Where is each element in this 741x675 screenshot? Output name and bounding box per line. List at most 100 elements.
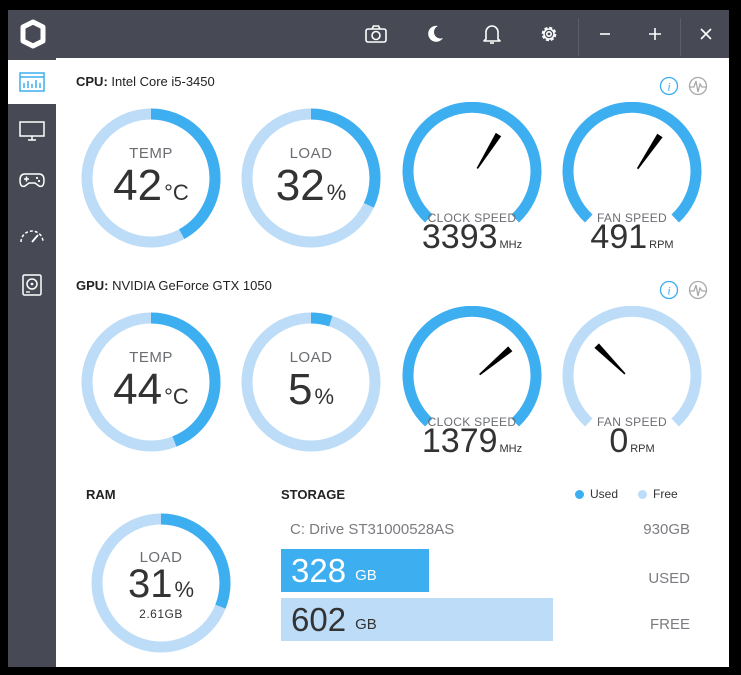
svg-text:i: i [667,80,670,94]
close-button[interactable] [682,10,729,58]
legend-used-label: Used [590,487,619,501]
gpu-load-label: LOAD [289,349,333,366]
cpu-temp-number: 42 [113,161,163,210]
moon-icon [428,25,443,42]
cpu-prefix: CPU: [76,74,108,89]
cpu-clock-unit: MHz [499,239,523,251]
logo-icon [20,19,46,49]
legend-used: Used [575,487,618,501]
settings-button[interactable] [528,10,570,58]
storage-free-bar: 602 GB [281,598,553,641]
svg-text:i: i [667,284,670,298]
gpu-clock-gauge: CLOCK SPEED 1379 MHz [397,306,547,460]
info-icon[interactable]: i [659,76,679,96]
storage-title: STORAGE [281,487,346,502]
free-unit: GB [355,616,377,633]
sidebar-item-overclock[interactable] [8,214,56,258]
free-label: FREE [649,616,690,633]
cpu-fan-value: 491 RPM [557,218,707,257]
used-label: USED [648,570,690,587]
gpu-fan-value: 0 RPM [557,422,707,461]
gpu-fan-unit: RPM [630,443,655,455]
gpu-temp-label: TEMP [129,349,173,366]
close-icon [699,28,712,40]
cpu-temp-label: TEMP [129,145,173,162]
gear-icon [541,26,557,42]
gpu-model-name: NVIDIA GeForce GTX 1050 [112,278,272,293]
storage-used-bar: 328 GB [281,549,429,592]
gpu-fan-gauge: FAN SPEED 0 RPM [557,306,707,460]
app-window: CPU: Intel Core i5-3450 i TEMP 42°C LOAD… [8,10,729,667]
speedometer-icon [20,230,44,243]
drive-name: C: Drive ST31000528AS [290,521,455,538]
cpu-clock-gauge: CLOCK SPEED 3393 MHz [397,102,547,256]
sidebar-item-dashboard[interactable] [8,60,56,104]
gamepad-icon [19,173,45,188]
cpu-fan-unit: RPM [649,239,674,251]
gpu-load-number: 5 [287,365,313,414]
gpu-header: GPU: NVIDIA GeForce GTX 1050 [76,278,272,293]
legend-free: Free [638,487,678,501]
ram-title: RAM [86,487,116,502]
camera-icon [365,25,387,43]
sidebar-item-storage[interactable] [8,263,56,307]
gpu-clock-unit: MHz [499,443,523,455]
gpu-clock-number: 1379 [421,422,498,460]
notifications-button[interactable] [472,10,512,58]
dark-mode-button[interactable] [415,10,455,58]
gpu-load-value: 5% [236,365,386,415]
cpu-temp-gauge: TEMP 42°C [76,103,226,253]
cpu-load-label: LOAD [289,145,333,162]
cpu-load-value: 32% [236,161,386,211]
cpu-load-gauge: LOAD 32% [236,103,386,253]
info-icon[interactable]: i [659,280,679,300]
cpu-header: CPU: Intel Core i5-3450 [76,74,215,89]
sidebar-item-gaming[interactable] [8,158,56,202]
gpu-temp-number: 44 [113,365,163,414]
maximize-button[interactable] [630,10,680,58]
used-number: 328 [291,551,347,589]
drive-total-size: 930GB [643,521,690,538]
activity-icon[interactable] [688,76,708,96]
cpu-load-unit: % [326,180,347,205]
cpu-clock-number: 3393 [421,218,498,256]
free-dot-icon [638,489,647,499]
sidebar [8,58,56,667]
app-logo [14,10,52,58]
gpu-temp-value: 44°C [76,365,226,415]
legend-free-label: Free [653,487,678,501]
cpu-fan-gauge: FAN SPEED 491 RPM [557,102,707,256]
cpu-model-name: Intel Core i5-3450 [111,74,215,89]
minimize-icon [600,33,610,35]
monitor-icon [19,121,45,141]
gpu-temp-unit: °C [164,384,189,409]
cpu-fan-number: 491 [590,218,648,256]
cpu-load-number: 32 [275,161,325,210]
ram-load-number: 31 [127,562,173,606]
minimize-button[interactable] [580,10,630,58]
used-dot-icon [575,489,584,499]
gpu-temp-gauge: TEMP 44°C [76,307,226,457]
dashboard-icon [19,72,45,92]
gpu-prefix: GPU: [76,278,109,293]
screenshot-button[interactable] [356,10,396,58]
maximize-icon [649,28,661,40]
ram-load-gauge: LOAD 31% 2.61GB [86,508,236,658]
free-number: 602 [291,600,347,638]
titlebar-divider [578,18,579,56]
ram-load-unit: % [174,577,195,602]
ram-load-value: 31% [86,562,236,607]
sidebar-item-monitor[interactable] [8,109,56,153]
bell-icon [483,25,501,44]
gpu-load-unit: % [314,384,335,409]
hard-drive-icon [22,274,42,296]
activity-icon[interactable] [688,280,708,300]
title-bar [8,10,729,58]
ram-used-size: 2.61GB [139,607,183,621]
gpu-load-gauge: LOAD 5% [236,307,386,457]
used-unit: GB [355,567,377,584]
cpu-temp-value: 42°C [76,161,226,211]
cpu-clock-value: 3393 MHz [397,218,547,257]
gpu-fan-number: 0 [609,422,629,460]
cpu-temp-unit: °C [164,180,189,205]
